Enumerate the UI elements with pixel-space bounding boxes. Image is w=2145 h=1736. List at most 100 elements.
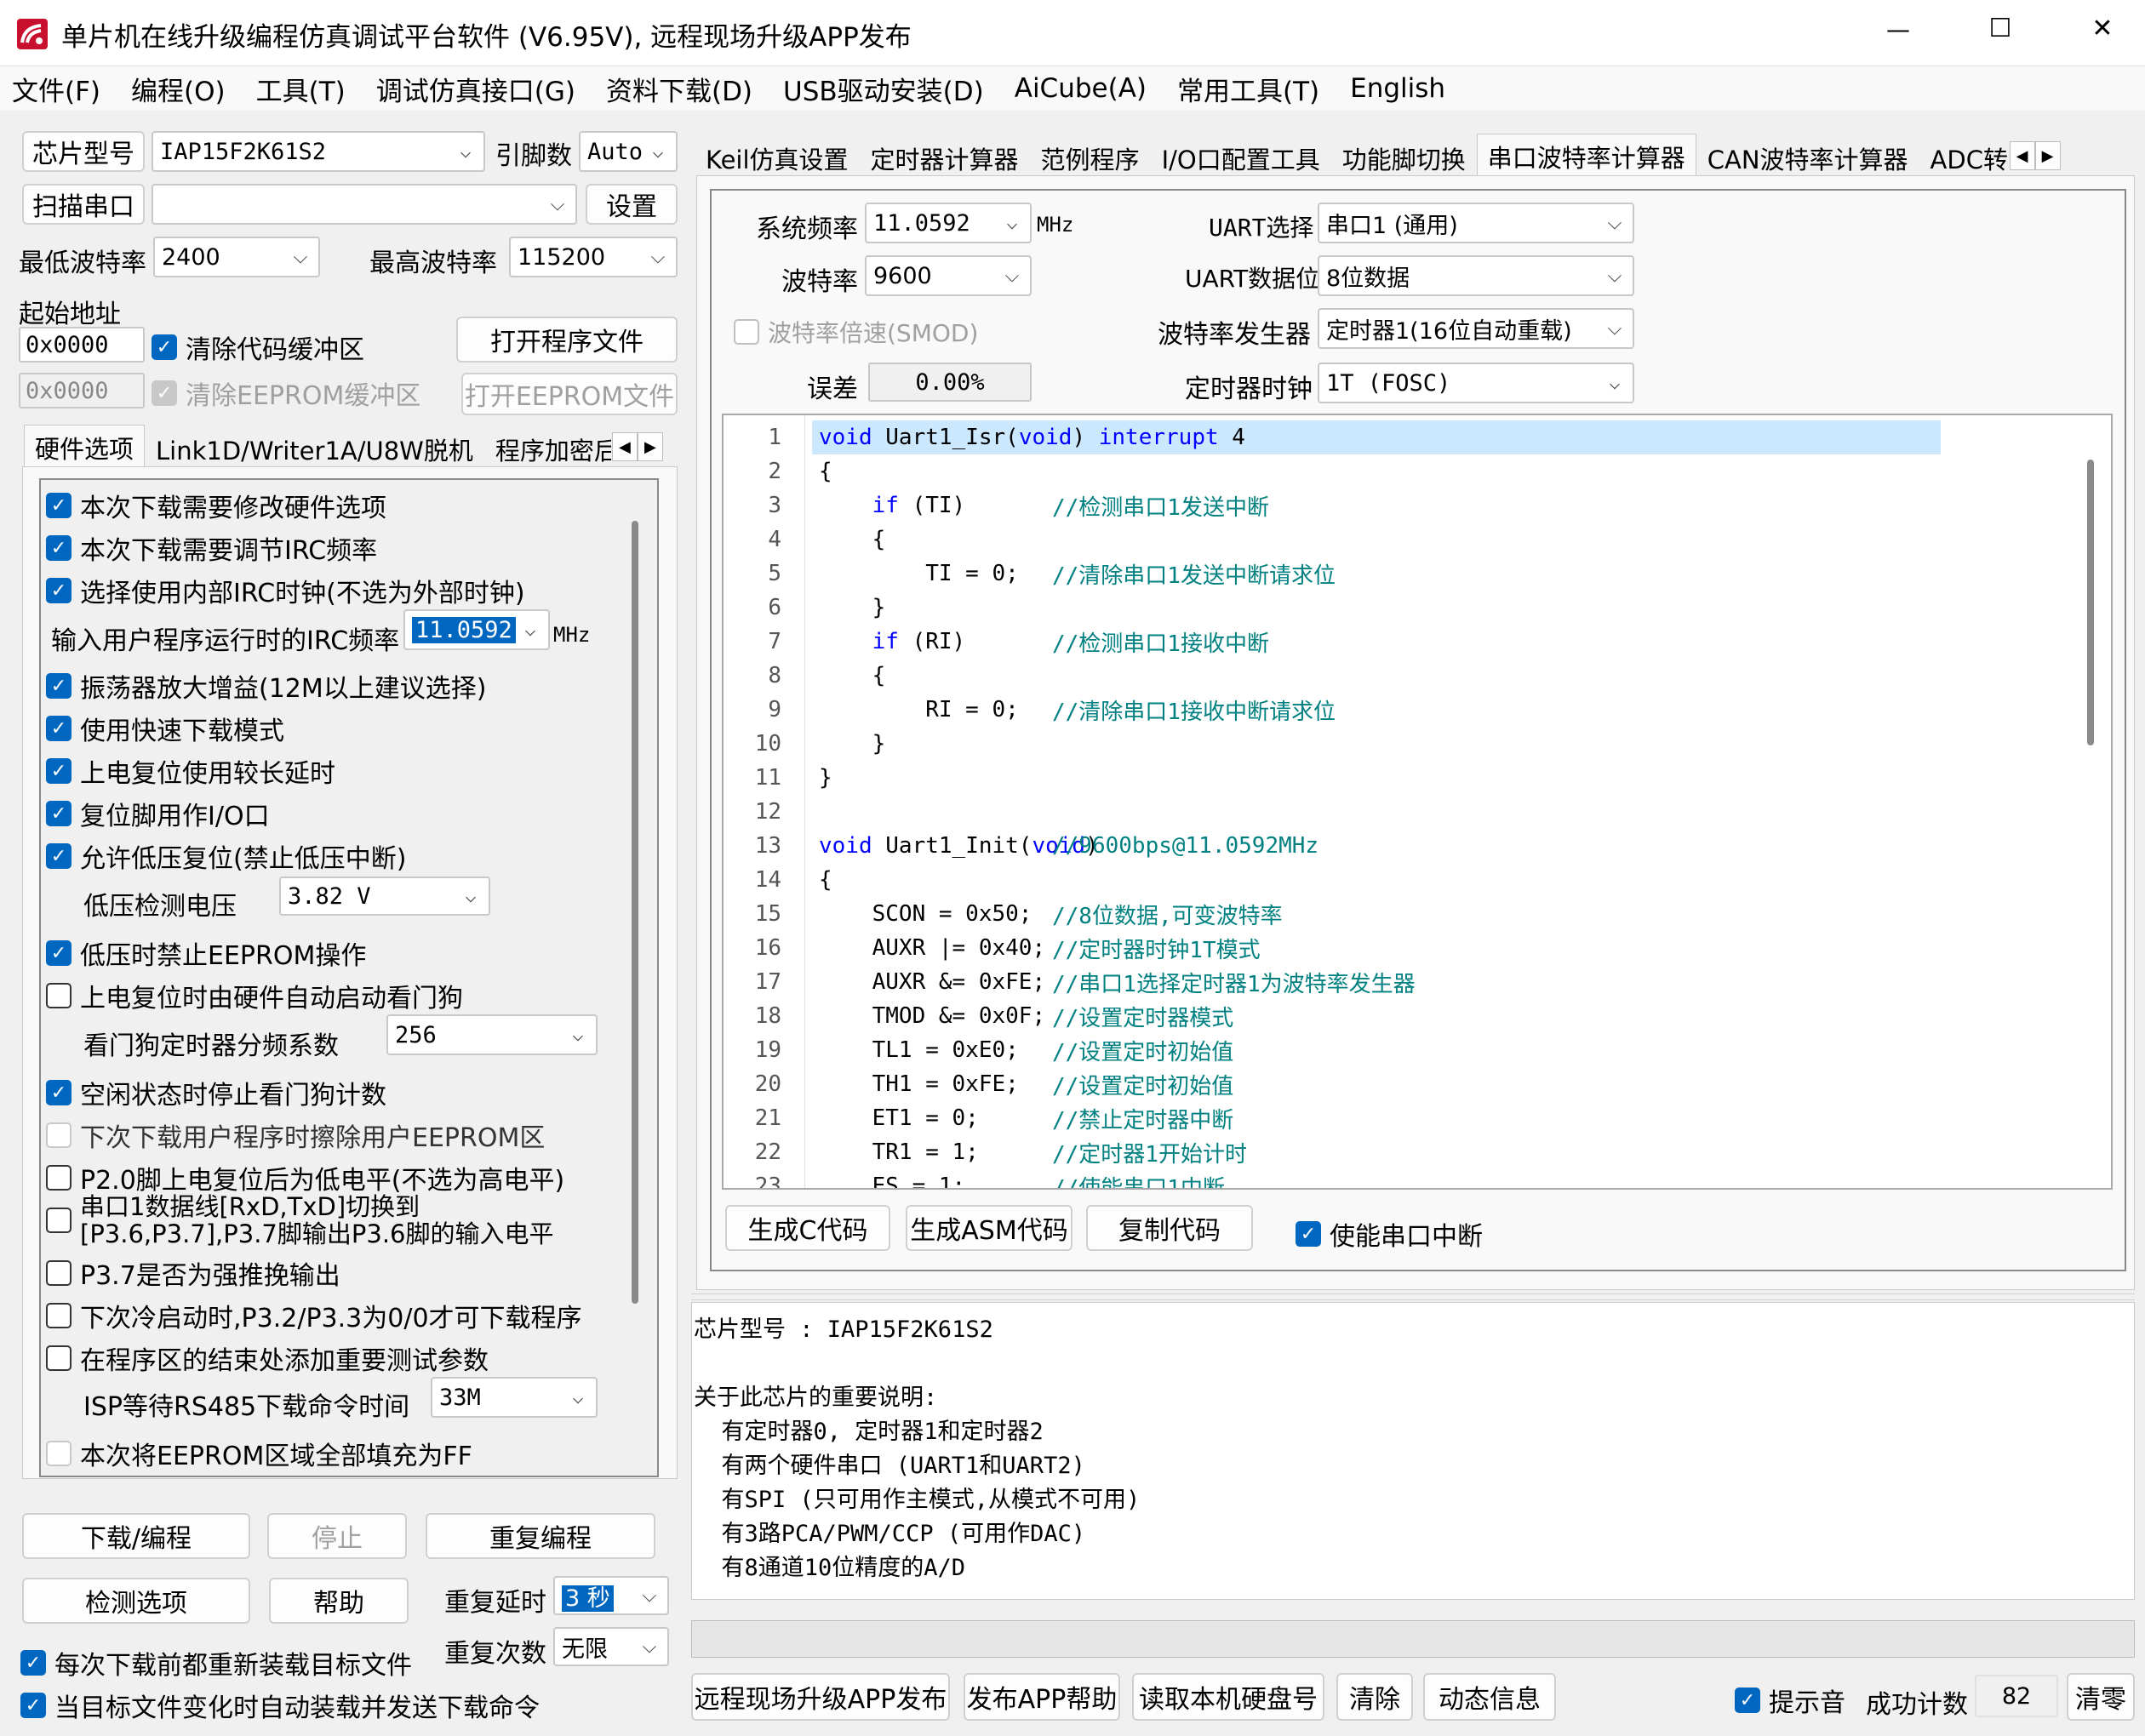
code-text: TI = 0; bbox=[819, 561, 1019, 586]
timer-clock-select[interactable]: 1T (FOSC) ⌵ bbox=[1318, 363, 1634, 403]
tab-example-programs[interactable]: 范例程序 bbox=[1030, 138, 1151, 177]
menu-tools[interactable]: 工具(T) bbox=[256, 70, 346, 108]
reset-count-button[interactable]: 清零 bbox=[2067, 1673, 2135, 1721]
menu-file[interactable]: 文件(F) bbox=[12, 70, 100, 108]
system-frequency-select[interactable]: 11.0592 ⌵ bbox=[865, 203, 1032, 243]
check-options-button[interactable]: 检测选项 bbox=[22, 1578, 250, 1624]
generate-asm-button[interactable]: 生成ASM代码 bbox=[906, 1205, 1072, 1251]
option-p37-push-pull[interactable]: P3.7是否为强推挽输出 bbox=[46, 1254, 340, 1292]
option-internal-irc[interactable]: ✓ 选择使用内部IRC时钟(不选为外部时钟) bbox=[46, 572, 525, 609]
max-baud-select[interactable]: 115200 ⌵ bbox=[509, 237, 678, 277]
repeat-program-button[interactable]: 重复编程 bbox=[426, 1513, 655, 1559]
menu-usb-driver[interactable]: USB驱动安装(D) bbox=[783, 70, 984, 108]
clear-button[interactable]: 清除 bbox=[1336, 1673, 1413, 1721]
irc-frequency-select[interactable]: 11.0592 ⌵ bbox=[403, 609, 550, 650]
tab-can-baud-calculator[interactable]: CAN波特率计算器 bbox=[1696, 138, 1919, 177]
option-add-test-params[interactable]: 在程序区的结束处添加重要测试参数 bbox=[46, 1339, 489, 1377]
code-address-input[interactable]: 0x0000 bbox=[19, 327, 145, 363]
tab-io-config[interactable]: I/O口配置工具 bbox=[1151, 138, 1331, 177]
tab-scroll-left-icon[interactable]: ◀ bbox=[2009, 141, 2035, 170]
settings-button[interactable]: 设置 bbox=[586, 184, 678, 225]
tab-timer-calculator[interactable]: 定时器计算器 bbox=[860, 138, 1030, 177]
menu-bar: 文件(F) 编程(O) 工具(T) 调试仿真接口(G) 资料下载(D) USB驱… bbox=[0, 66, 2145, 111]
option-auto-watchdog[interactable]: 上电复位时由硬件自动启动看门狗 bbox=[46, 977, 463, 1014]
publish-app-button[interactable]: 远程现场升级APP发布 bbox=[691, 1673, 950, 1721]
uart-databits-select[interactable]: 8位数据 ⌵ bbox=[1318, 255, 1634, 296]
code-comment: //清除串口1发送中断请求位 bbox=[1052, 562, 1336, 589]
tab-hardware-options[interactable]: 硬件选项 bbox=[24, 425, 146, 469]
publish-app-help-button[interactable]: 发布APP帮助 bbox=[964, 1673, 1120, 1721]
menu-downloads[interactable]: 资料下载(D) bbox=[606, 70, 752, 108]
code-editor[interactable]: 1 void Uart1_Isr(void) interrupt 4 2{3 if … bbox=[722, 414, 2113, 1190]
clear-code-buffer-checkbox[interactable]: ✓ 清除代码缓冲区 bbox=[152, 328, 364, 366]
close-button[interactable]: ✕ bbox=[2077, 14, 2128, 43]
option-idle-stop-watchdog[interactable]: ✓ 空闲状态时停止看门狗计数 bbox=[46, 1074, 386, 1111]
option-long-reset-delay[interactable]: ✓ 上电复位使用较长延时 bbox=[46, 752, 335, 790]
chip-model-button[interactable]: 芯片型号 bbox=[22, 131, 145, 172]
minimize-button[interactable]: — bbox=[1873, 15, 1924, 43]
option-oscillator-gain[interactable]: ✓ 振荡器放大增益(12M以上建议选择) bbox=[46, 667, 486, 705]
option-p20-low[interactable]: P2.0脚上电复位后为低电平(不选为高电平) bbox=[46, 1159, 564, 1196]
port-select[interactable]: ⌵ bbox=[152, 184, 577, 225]
dynamic-info-button[interactable]: 动态信息 bbox=[1423, 1673, 1556, 1721]
tab-encryption[interactable]: 程序加密后 bbox=[484, 429, 612, 468]
option-adjust-irc[interactable]: ✓ 本次下载需要调节IRC频率 bbox=[46, 529, 377, 567]
check-icon: ✓ bbox=[152, 380, 177, 406]
generate-c-button[interactable]: 生成C代码 bbox=[725, 1205, 890, 1251]
lvd-select[interactable]: 3.82 V ⌵ bbox=[279, 877, 490, 916]
code-line: 16 AUXR |= 0x40;//定时器时钟1T模式 bbox=[724, 931, 2077, 965]
repeat-delay-select[interactable]: 3 秒 ⌵ bbox=[553, 1576, 669, 1615]
option-lv-disable-eeprom[interactable]: ✓ 低压时禁止EEPROM操作 bbox=[46, 934, 366, 972]
option-reset-pin-io[interactable]: ✓ 复位脚用作I/O口 bbox=[46, 795, 270, 832]
tab-offline-programmer[interactable]: Link1D/Writer1A/U8W脱机 bbox=[145, 429, 484, 468]
menu-program[interactable]: 编程(O) bbox=[131, 70, 226, 108]
repeat-count-select[interactable]: 无限 ⌵ bbox=[553, 1627, 669, 1666]
option-low-voltage-reset[interactable]: ✓ 允许低压复位(禁止低压中断) bbox=[46, 837, 406, 875]
check-icon: ✓ bbox=[46, 940, 72, 966]
baud-rate-select[interactable]: 9600 ⌵ bbox=[865, 255, 1032, 296]
title-bar: 单片机在线升级编程仿真调试平台软件 (V6.95V), 远程现场升级APP发布 … bbox=[0, 0, 2145, 66]
maximize-button[interactable]: ☐ bbox=[1975, 14, 2026, 43]
success-count-value: 82 bbox=[1975, 1675, 2058, 1717]
enable-uart-interrupt-checkbox[interactable]: ✓ 使能串口中断 bbox=[1296, 1215, 1483, 1253]
min-baud-select[interactable]: 2400 ⌵ bbox=[153, 237, 320, 277]
wdt-select[interactable]: 256 ⌵ bbox=[386, 1014, 598, 1055]
editor-scrollbar[interactable] bbox=[2087, 460, 2094, 745]
tab-scroll-left-icon[interactable]: ◀ bbox=[611, 432, 638, 461]
baud-generator-select[interactable]: 定时器1(16位自动重载) ⌵ bbox=[1318, 308, 1634, 349]
download-program-button[interactable]: 下载/编程 bbox=[22, 1513, 250, 1559]
menu-english[interactable]: English bbox=[1350, 73, 1445, 104]
open-program-file-button[interactable]: 打开程序文件 bbox=[456, 317, 678, 363]
reload-target-checkbox[interactable]: ✓ 每次下载前都重新装载目标文件 bbox=[20, 1644, 412, 1682]
copy-code-button[interactable]: 复制代码 bbox=[1086, 1205, 1253, 1251]
uart-select[interactable]: 串口1 (通用) ⌵ bbox=[1318, 203, 1634, 243]
pins-select[interactable]: Auto ⌵ bbox=[579, 131, 678, 172]
options-scrollbar[interactable] bbox=[632, 521, 638, 1304]
splitter[interactable] bbox=[691, 1293, 2135, 1300]
option-fill-eeprom-ff[interactable]: 本次将EEPROM区域全部填充为FF bbox=[46, 1435, 472, 1472]
tab-scroll-right-icon[interactable]: ▶ bbox=[637, 432, 663, 461]
read-disk-id-button[interactable]: 读取本机硬盘号 bbox=[1132, 1673, 1324, 1721]
beep-checkbox[interactable]: ✓ 提示音 bbox=[1735, 1682, 1845, 1719]
menu-debug[interactable]: 调试仿真接口(G) bbox=[376, 70, 575, 108]
tab-keil-simulation[interactable]: Keil仿真设置 bbox=[695, 138, 860, 177]
option-fast-download[interactable]: ✓ 使用快速下载模式 bbox=[46, 710, 284, 747]
tab-adc[interactable]: ADC转换 bbox=[1919, 138, 2010, 177]
check-icon: ✓ bbox=[20, 1693, 46, 1718]
isp-wait-select[interactable]: 33M ⌵ bbox=[431, 1377, 598, 1418]
tab-pin-switch[interactable]: 功能脚切换 bbox=[1331, 138, 1477, 177]
help-button[interactable]: 帮助 bbox=[269, 1578, 409, 1624]
line-number: 8 bbox=[768, 663, 781, 688]
tab-uart-baud-calculator[interactable]: 串口波特率计算器 bbox=[1476, 134, 1696, 178]
progress-bar bbox=[691, 1620, 2135, 1658]
option-uart-switch[interactable]: 串口1数据线[RxD,TxD]切换到 [P3.6,P3.7],P3.7脚输出P3… bbox=[46, 1193, 554, 1248]
tab-scroll-right-icon[interactable]: ▶ bbox=[2034, 141, 2061, 170]
auto-send-checkbox[interactable]: ✓ 当目标文件变化时自动装载并发送下载命令 bbox=[20, 1687, 540, 1724]
option-modify-hardware[interactable]: ✓ 本次下载需要修改硬件选项 bbox=[46, 487, 386, 524]
menu-aicube[interactable]: AiCube(A) bbox=[1015, 73, 1147, 104]
scan-port-button[interactable]: 扫描串口 bbox=[22, 184, 145, 225]
menu-common-tools[interactable]: 常用工具(T) bbox=[1177, 70, 1319, 108]
option-cold-boot-p32-p33[interactable]: 下次冷启动时,P3.2/P3.3为0/0才可下载程序 bbox=[46, 1297, 582, 1334]
code-line: 10 } bbox=[724, 727, 2077, 761]
chip-model-select[interactable]: IAP15F2K61S2 ⌵ bbox=[152, 131, 485, 172]
